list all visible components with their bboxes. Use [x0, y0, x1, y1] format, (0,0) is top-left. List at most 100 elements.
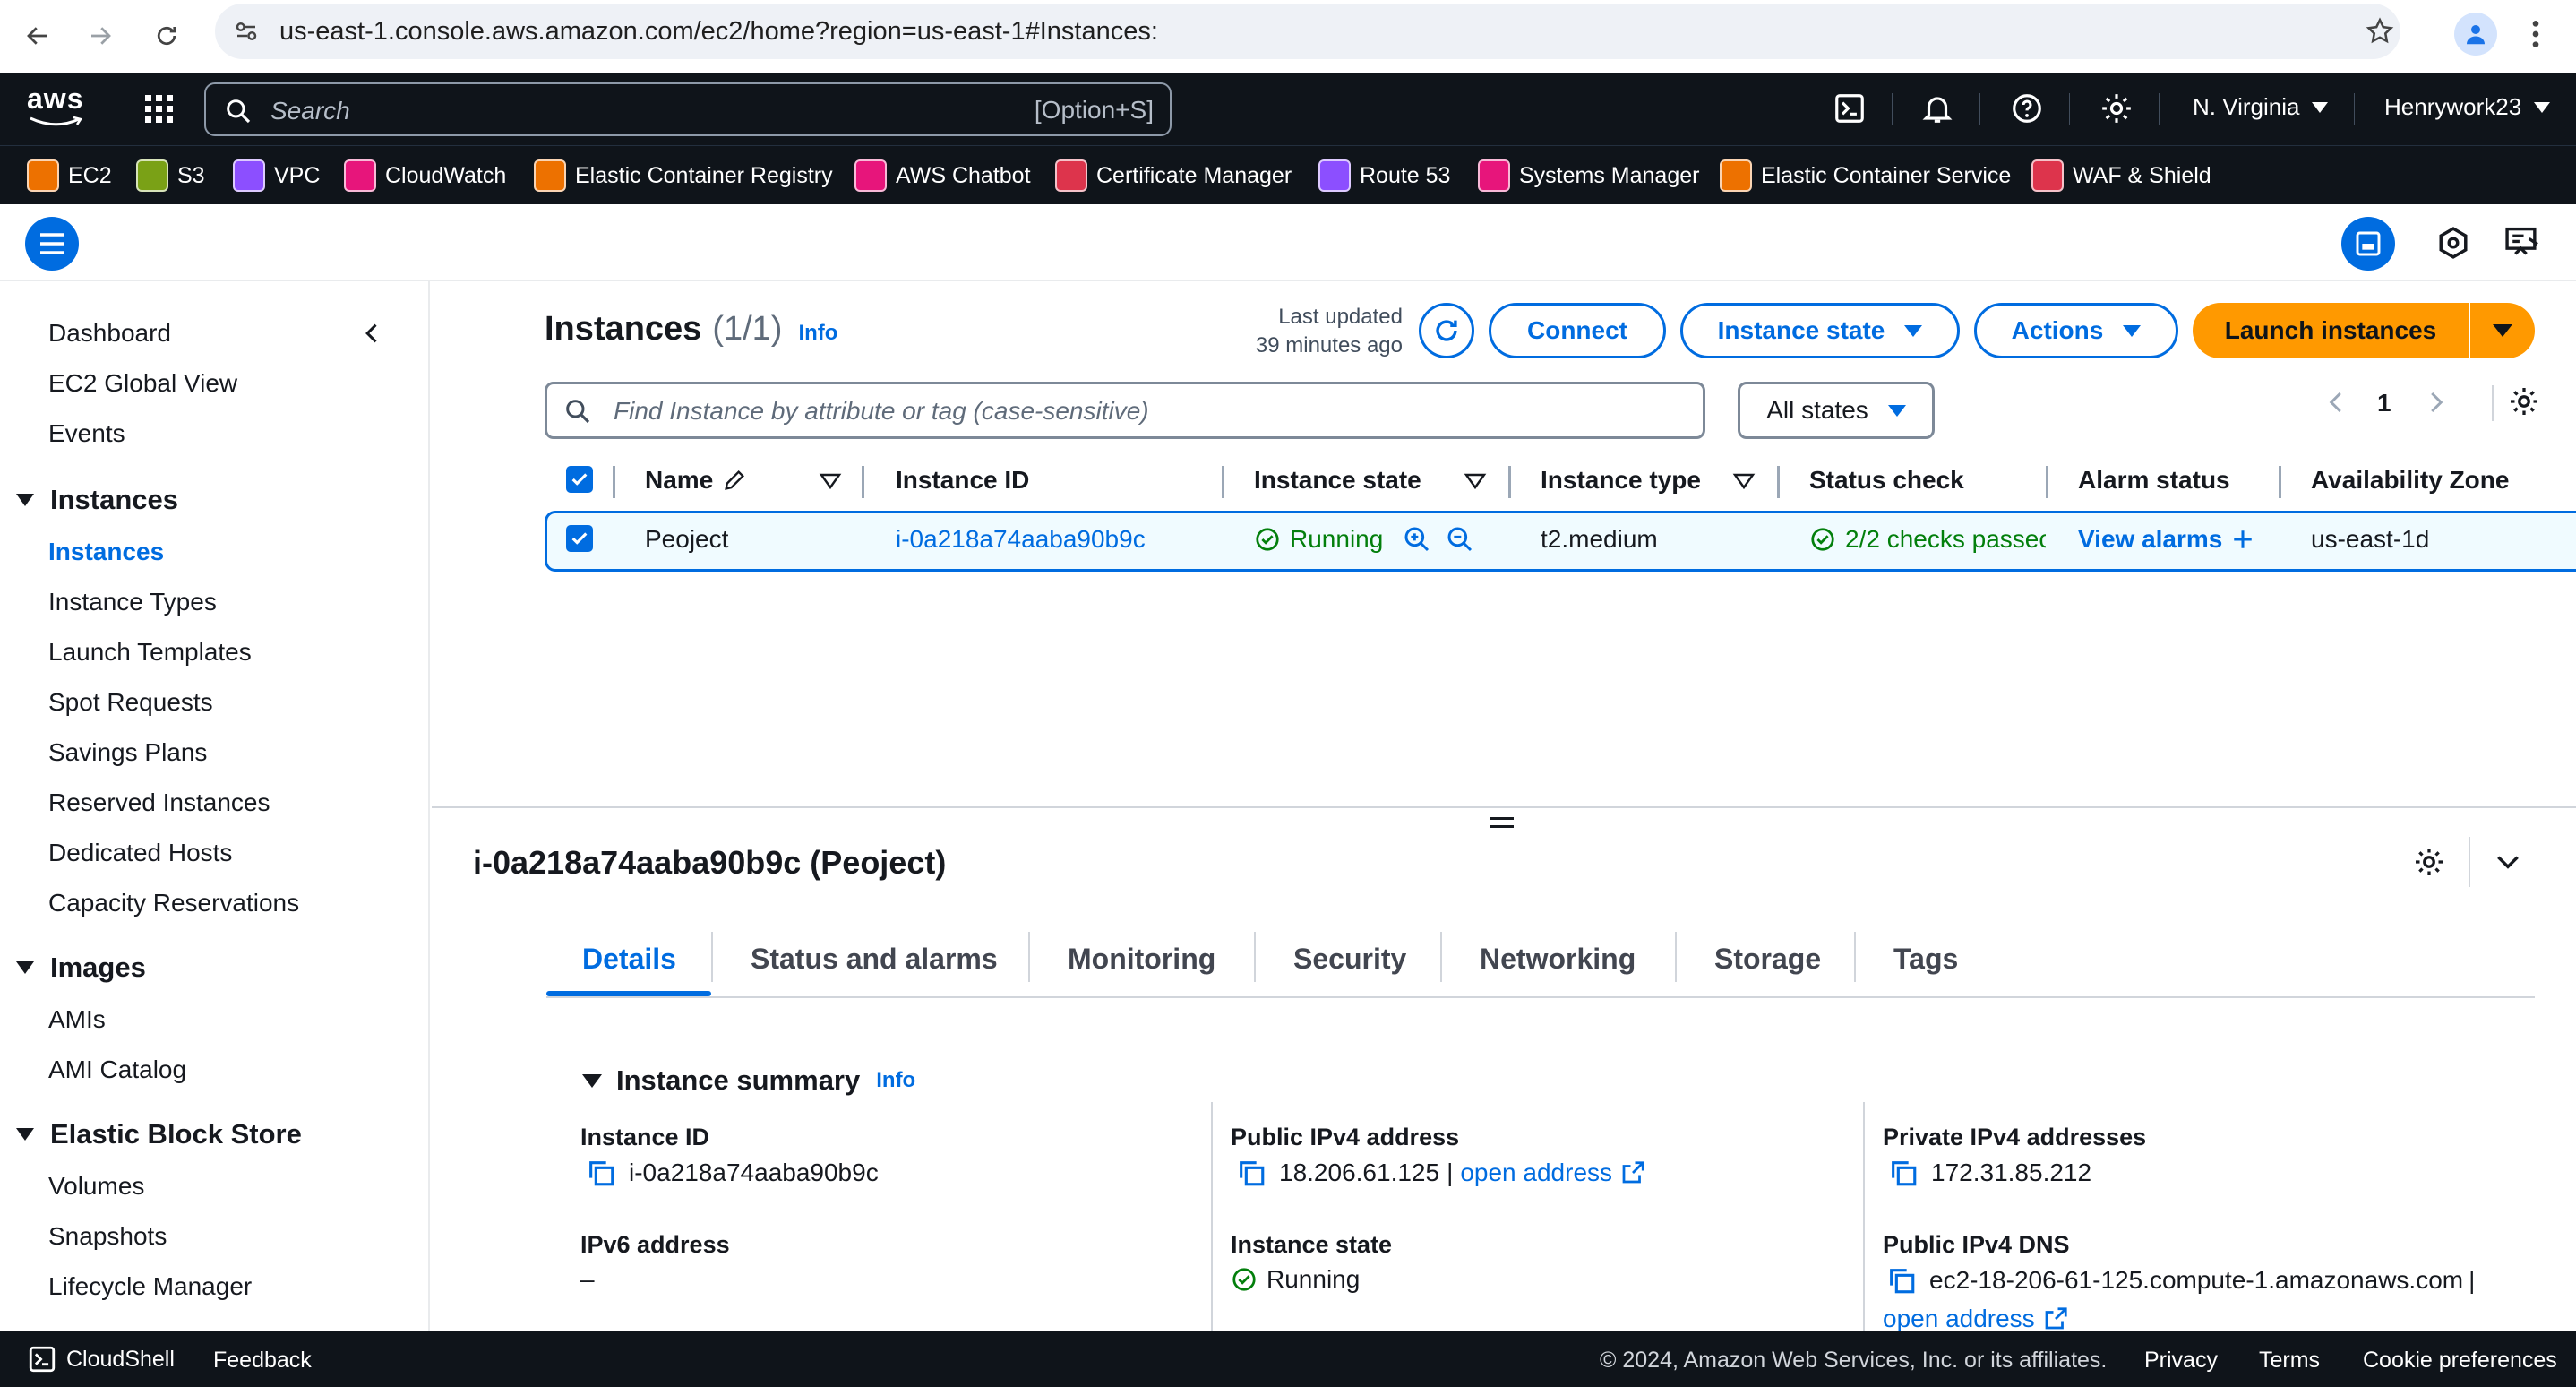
- zoom-out-icon[interactable]: [1446, 525, 1474, 554]
- favorite-cloudwatch[interactable]: CloudWatch: [344, 159, 506, 193]
- favorite-ec2[interactable]: EC2: [27, 159, 112, 193]
- chevron-left-icon[interactable]: [2323, 389, 2350, 416]
- instance-filter-input[interactable]: Find Instance by attribute or tag (case-…: [545, 382, 1705, 439]
- split-panel-divider[interactable]: [432, 806, 2576, 808]
- sidebar-item-instances[interactable]: Instances: [48, 538, 164, 566]
- column-header-alarm-status[interactable]: Alarm status: [2078, 466, 2230, 495]
- copy-icon[interactable]: [1886, 1265, 1917, 1296]
- external-link-icon[interactable]: [1619, 1159, 1646, 1186]
- bookmark-star-icon[interactable]: [2365, 16, 2395, 47]
- sidebar-section-instances[interactable]: Instances: [16, 484, 178, 516]
- tools-panel-button[interactable]: [2436, 226, 2470, 260]
- instance-summary-header[interactable]: Instance summary Info: [582, 1064, 915, 1097]
- cloudshell-footer-button[interactable]: CloudShell: [27, 1344, 175, 1374]
- copy-icon[interactable]: [1236, 1158, 1267, 1188]
- gear-icon[interactable]: [2508, 385, 2540, 418]
- sidebar-item-spot-requests[interactable]: Spot Requests: [48, 688, 213, 717]
- sidebar-item-global-view[interactable]: EC2 Global View: [48, 369, 237, 398]
- info-link[interactable]: Info: [798, 321, 837, 346]
- tab-details[interactable]: Details: [582, 943, 676, 976]
- sidebar-item-amis[interactable]: AMIs: [48, 1005, 106, 1034]
- launch-instances-button[interactable]: Launch instances: [2193, 303, 2469, 358]
- sidebar-item-launch-templates[interactable]: Launch Templates: [48, 638, 252, 667]
- tab-networking[interactable]: Networking: [1480, 943, 1636, 976]
- favorite-chatbot[interactable]: AWS Chatbot: [854, 159, 1031, 193]
- browser-menu-button[interactable]: [2522, 16, 2549, 52]
- favorite-route53[interactable]: Route 53: [1318, 159, 1450, 193]
- sidebar-item-volumes[interactable]: Volumes: [48, 1172, 144, 1201]
- cell-instance-id-link[interactable]: i-0a218a74aaba90b9c: [896, 525, 1146, 554]
- sidebar-item-lifecycle-manager[interactable]: Lifecycle Manager: [48, 1272, 252, 1301]
- address-bar[interactable]: us-east-1.console.aws.amazon.com/ec2/hom…: [215, 4, 2400, 59]
- split-panel-toggle[interactable]: [2341, 217, 2395, 271]
- view-alarms-link[interactable]: View alarms: [2078, 525, 2222, 554]
- states-filter-select[interactable]: All states: [1738, 382, 1935, 439]
- account-menu[interactable]: Henrywork23: [2384, 93, 2551, 121]
- forward-button[interactable]: [77, 13, 124, 59]
- reload-button[interactable]: [143, 13, 190, 59]
- favorite-certificate-manager[interactable]: Certificate Manager: [1055, 159, 1292, 193]
- sort-caret-icon[interactable]: [1732, 471, 1756, 491]
- row-checkbox[interactable]: [566, 525, 593, 552]
- favorite-systems-manager[interactable]: Systems Manager: [1478, 159, 1699, 193]
- column-header-status-check[interactable]: Status check: [1809, 466, 1964, 495]
- sidebar-section-images[interactable]: Images: [16, 952, 146, 984]
- favorite-ecr[interactable]: Elastic Container Registry: [534, 159, 833, 193]
- tab-tags[interactable]: Tags: [1893, 943, 1958, 976]
- column-header-instance-state[interactable]: Instance state: [1254, 466, 1421, 495]
- sidebar-item-dashboard[interactable]: Dashboard: [48, 319, 171, 348]
- cloudshell-button[interactable]: [1833, 91, 1867, 125]
- sidebar-item-instance-types[interactable]: Instance Types: [48, 588, 217, 616]
- terms-link[interactable]: Terms: [2259, 1348, 2320, 1374]
- settings-button[interactable]: [2099, 91, 2134, 125]
- sidebar-item-savings-plans[interactable]: Savings Plans: [48, 738, 207, 767]
- sidebar-item-reserved-instances[interactable]: Reserved Instances: [48, 788, 270, 817]
- cell-alarm-status[interactable]: View alarms: [2078, 525, 2254, 554]
- zoom-in-icon[interactable]: [1403, 525, 1431, 554]
- global-search-input[interactable]: Search [Option+S]: [204, 82, 1172, 136]
- sort-caret-icon[interactable]: [819, 471, 842, 491]
- refresh-button[interactable]: [1419, 303, 1474, 358]
- favorite-ecs[interactable]: Elastic Container Service: [1720, 159, 2011, 193]
- copy-icon[interactable]: [586, 1158, 616, 1188]
- tab-monitoring[interactable]: Monitoring: [1068, 943, 1215, 976]
- tab-security[interactable]: Security: [1293, 943, 1406, 976]
- favorite-s3[interactable]: S3: [136, 159, 205, 193]
- sidebar-item-ami-catalog[interactable]: AMI Catalog: [48, 1055, 186, 1084]
- services-menu-button[interactable]: [143, 93, 176, 125]
- favorite-waf[interactable]: WAF & Shield: [2031, 159, 2211, 193]
- help-button[interactable]: [2010, 91, 2044, 125]
- column-header-name[interactable]: Name: [645, 466, 747, 495]
- sidebar-item-events[interactable]: Events: [48, 419, 125, 448]
- cookie-preferences-link[interactable]: Cookie preferences: [2363, 1348, 2557, 1374]
- feedback-link[interactable]: Feedback: [213, 1348, 312, 1374]
- info-link[interactable]: Info: [876, 1068, 915, 1093]
- notifications-button[interactable]: [1920, 91, 1954, 125]
- launch-options-dropdown[interactable]: [2470, 303, 2535, 358]
- favorite-vpc[interactable]: VPC: [233, 159, 320, 193]
- actions-dropdown[interactable]: Actions: [1974, 303, 2178, 358]
- side-navigation-toggle[interactable]: [25, 217, 79, 271]
- open-address-link[interactable]: open address: [1460, 1159, 1612, 1187]
- gear-icon[interactable]: [2413, 846, 2445, 878]
- aws-logo[interactable]: aws: [27, 82, 84, 128]
- current-page[interactable]: 1: [2377, 389, 2391, 418]
- copy-icon[interactable]: [1888, 1158, 1919, 1188]
- privacy-link[interactable]: Privacy: [2144, 1348, 2218, 1374]
- chevron-right-icon[interactable]: [2422, 389, 2449, 416]
- back-button[interactable]: [14, 13, 61, 59]
- sidebar-item-dedicated-hosts[interactable]: Dedicated Hosts: [48, 839, 232, 867]
- select-all-checkbox[interactable]: [566, 466, 593, 493]
- open-address-link[interactable]: open address: [1883, 1305, 2035, 1333]
- instance-state-dropdown[interactable]: Instance state: [1680, 303, 1960, 358]
- connect-button[interactable]: Connect: [1489, 303, 1666, 358]
- column-header-instance-type[interactable]: Instance type: [1541, 466, 1701, 495]
- sort-caret-icon[interactable]: [1464, 471, 1487, 491]
- chevron-down-icon[interactable]: [2494, 848, 2522, 876]
- external-link-icon[interactable]: [2042, 1305, 2069, 1332]
- tab-status-and-alarms[interactable]: Status and alarms: [751, 943, 998, 976]
- tab-storage[interactable]: Storage: [1714, 943, 1821, 976]
- sidebar-item-capacity-reservations[interactable]: Capacity Reservations: [48, 889, 299, 917]
- column-header-availability-zone[interactable]: Availability Zone: [2311, 466, 2509, 495]
- help-panel-button[interactable]: [2504, 226, 2540, 260]
